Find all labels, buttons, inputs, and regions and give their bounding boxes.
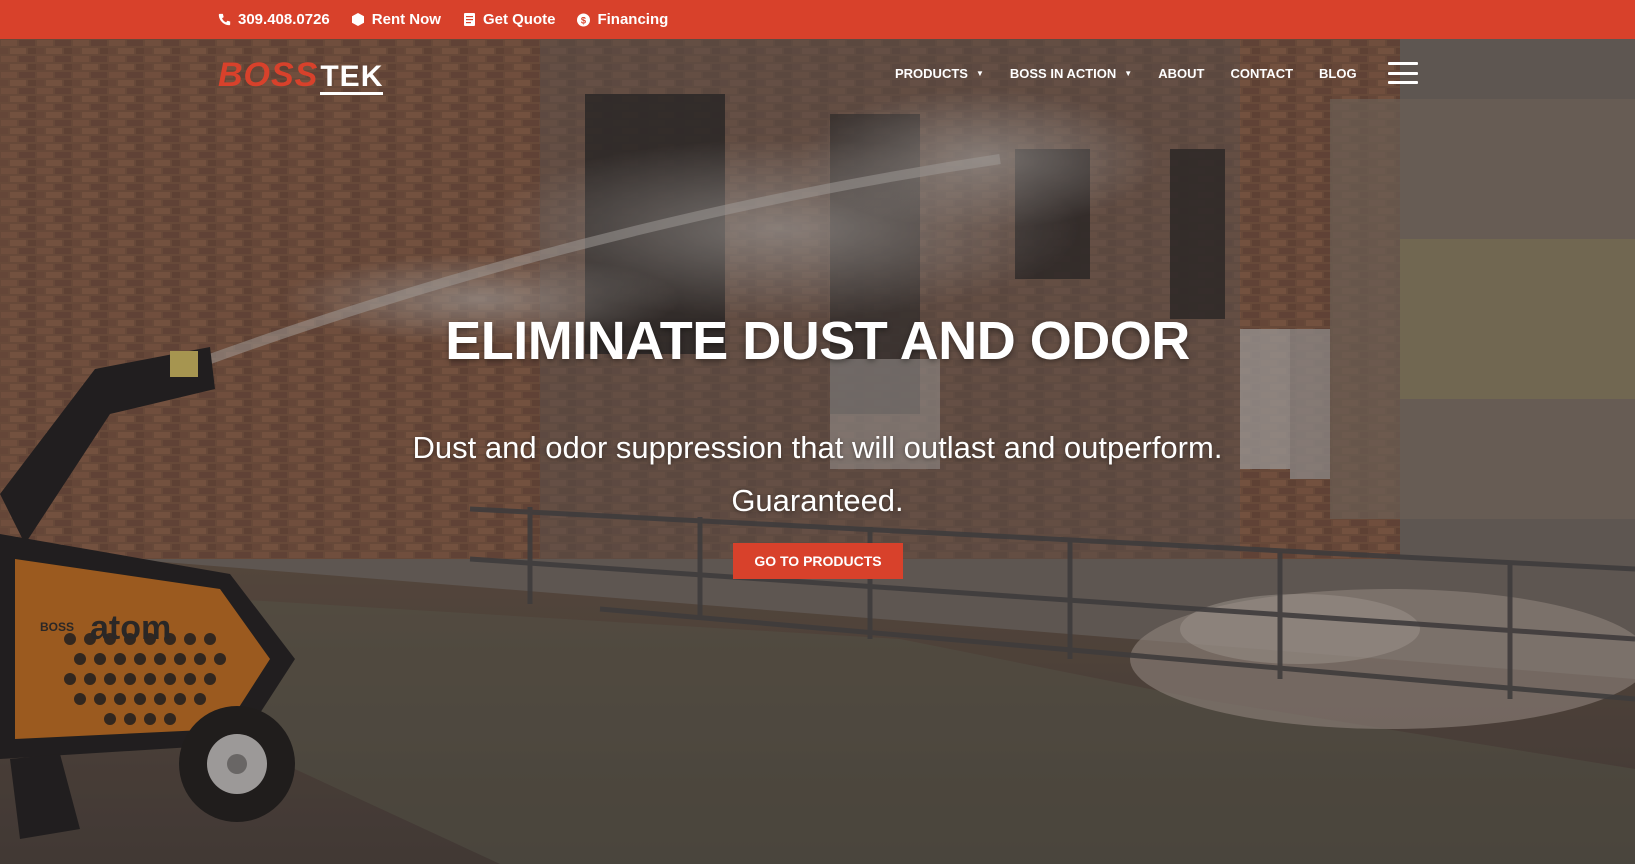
nav-item-label: ABOUT (1158, 66, 1205, 81)
bosstek-logo[interactable]: BOSS TEK (218, 56, 384, 95)
hero-subtitle: Dust and odor suppression that will outl… (0, 421, 1635, 527)
document-icon (463, 13, 476, 26)
phone-link[interactable]: 309.408.0726 (218, 11, 330, 28)
hero-title: ELIMINATE DUST AND ODOR (445, 311, 1190, 371)
hamburger-line (1388, 71, 1418, 75)
go-to-products-button[interactable]: GO TO PRODUCTS (733, 543, 903, 579)
rent-now-link[interactable]: Rent Now (352, 11, 441, 28)
main-navigation: BOSS TEK PRODUCTS ▼ BOSS IN ACTION ▼ ABO… (0, 39, 1635, 109)
hamburger-menu-icon[interactable] (1388, 62, 1418, 84)
rent-now-label: Rent Now (371, 11, 441, 28)
top-utility-bar: 309.408.0726 Rent Now Get Quote $ Financ… (0, 0, 1635, 39)
hero-section: BOSS atom ELIMINATE DUST AND ODOR Dust a… (0, 39, 1635, 864)
svg-text:$: $ (581, 15, 587, 25)
caret-down-icon: ▼ (975, 69, 984, 78)
hamburger-line (1388, 62, 1418, 65)
dollar-icon: $ (577, 13, 591, 26)
phone-number: 309.408.0726 (238, 11, 330, 28)
nav-item-blog[interactable]: BLOG (1319, 66, 1357, 81)
nav-item-contact[interactable]: CONTACT (1230, 66, 1293, 81)
get-quote-link[interactable]: Get Quote (463, 11, 556, 28)
nav-item-label: BOSS IN ACTION (1009, 66, 1117, 81)
nav-item-products[interactable]: PRODUCTS ▼ (895, 66, 984, 81)
logo-boss-text: BOSS (218, 56, 319, 94)
nav-menu: PRODUCTS ▼ BOSS IN ACTION ▼ ABOUT CONTAC… (895, 66, 1357, 81)
phone-icon (218, 13, 231, 26)
financing-link[interactable]: $ Financing (577, 11, 668, 28)
get-quote-label: Get Quote (482, 11, 556, 28)
nav-item-label: BLOG (1319, 66, 1357, 81)
logo-tek-text: TEK (320, 60, 384, 95)
hexagon-icon (352, 13, 365, 26)
hamburger-line (1388, 81, 1418, 84)
nav-item-about[interactable]: ABOUT (1158, 66, 1204, 81)
nav-item-boss-in-action[interactable]: BOSS IN ACTION ▼ (1010, 66, 1132, 81)
nav-item-label: CONTACT (1230, 66, 1294, 81)
caret-down-icon: ▼ (1124, 69, 1133, 78)
hero-subtitle-line2: Guaranteed. (731, 483, 904, 518)
hero-subtitle-line1: Dust and odor suppression that will outl… (412, 430, 1223, 465)
nav-item-label: PRODUCTS (895, 66, 968, 81)
financing-label: Financing (597, 11, 669, 28)
